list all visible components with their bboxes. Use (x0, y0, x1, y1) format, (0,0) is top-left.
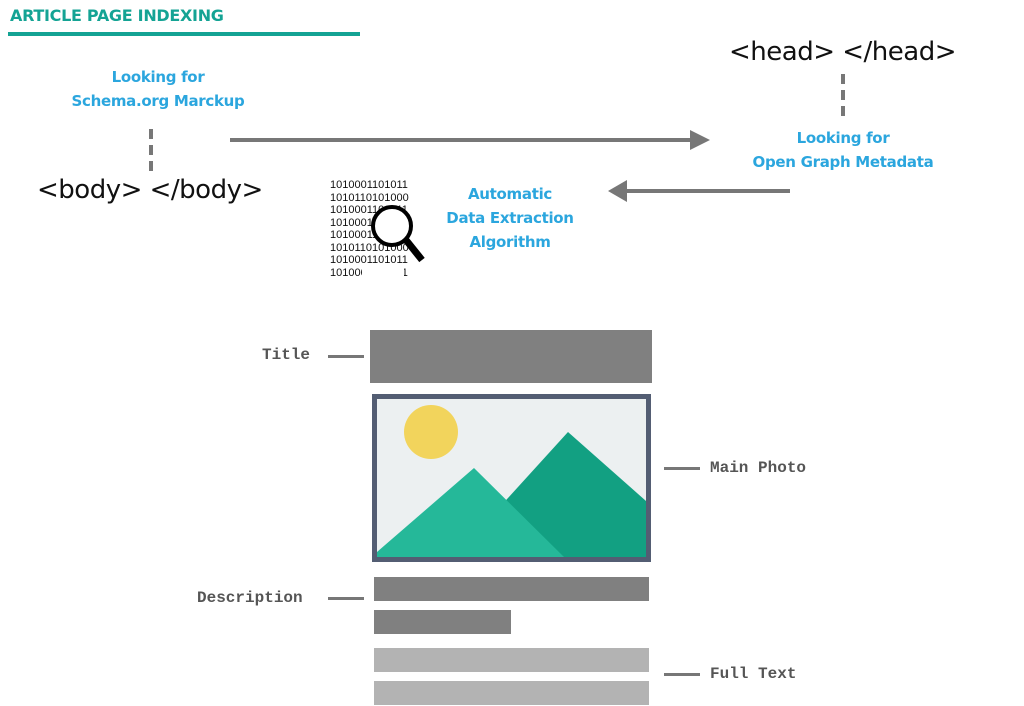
description-leader-line (328, 597, 364, 600)
algorithm-label-line-3: Algorithm (469, 233, 551, 251)
description-line-1 (374, 577, 649, 601)
opengraph-label-line-1: Looking for (796, 129, 890, 147)
description-line-2 (374, 610, 511, 634)
schema-label-line-2: Schema.org Marckup (71, 92, 245, 110)
schema-dashed-connector (149, 129, 153, 175)
main-photo-placeholder (372, 394, 651, 562)
label-title: Title (262, 346, 311, 364)
arrow-left-head-icon (608, 180, 627, 202)
title-leader-line (328, 355, 364, 358)
arrow-right-icon (230, 130, 710, 150)
binary-line: 1010001101011 (330, 179, 408, 191)
algorithm-label-line-1: Automatic (467, 185, 553, 203)
schema-label-line-1: Looking for (111, 68, 205, 86)
magnifier-icon (362, 205, 425, 298)
sun-icon (404, 405, 458, 459)
head-dashed-connector (841, 74, 845, 120)
label-main-photo: Main Photo (710, 459, 807, 477)
algorithm-label: Automatic Data Extraction Algorithm (420, 182, 600, 254)
arrow-left-container (608, 180, 790, 202)
full-text-line-2 (374, 681, 649, 705)
opengraph-label-line-2: Open Graph Metadata (752, 153, 934, 171)
title-block (370, 330, 652, 383)
opengraph-label: Looking for Open Graph Metadata (733, 126, 953, 174)
head-tag: <head> </head> (729, 37, 957, 67)
main-photo-leader-line (664, 467, 700, 470)
schema-label: Looking for Schema.org Marckup (58, 65, 258, 113)
label-description: Description (197, 589, 303, 607)
label-full-text: Full Text (710, 665, 797, 683)
heading-underline (8, 32, 360, 36)
full-text-line-1 (374, 648, 649, 672)
diagram-heading: ARTICLE PAGE INDEXING (10, 6, 224, 25)
full-text-leader-line (664, 673, 700, 676)
algorithm-label-line-2: Data Extraction (446, 209, 574, 227)
